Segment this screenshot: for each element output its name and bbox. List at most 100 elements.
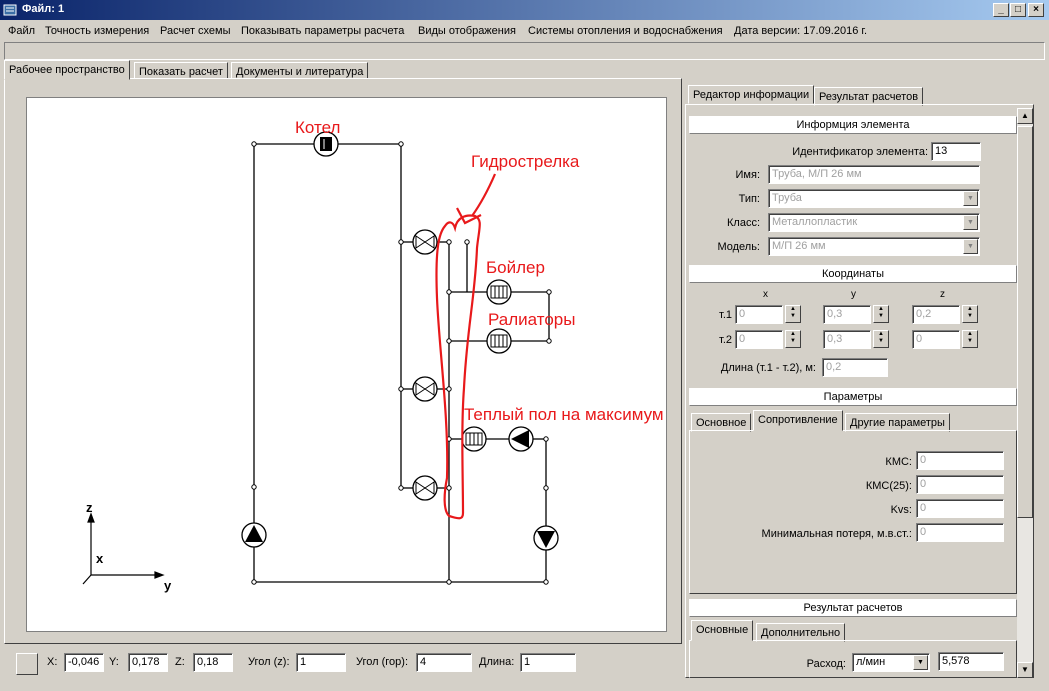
heating-scheme[interactable]: Котел Гидрострелка Бойлер Ралиаторы Тепл… [27,98,668,633]
p1-y-field[interactable]: 0,3 [823,305,871,324]
element-type-select[interactable]: Труба ▼ [768,189,980,208]
p1-x-spinner[interactable]: ▲ ▼ [785,305,801,323]
hydro-arrow-sketch [435,173,497,520]
p2-z-spinner[interactable]: ▲ ▼ [962,330,978,348]
menu-show-params[interactable]: Показывать параметры расчета [241,25,404,37]
diagram-canvas[interactable]: Котел Гидрострелка Бойлер Ралиаторы Тепл… [26,97,667,632]
element-class-value: Металлопластик [772,216,858,228]
annotation-radiators: Ралиаторы [488,310,575,329]
menu-bar: Файл Точность измерения Расчет схемы Пок… [0,21,1049,41]
tab-info-editor[interactable]: Редактор информации [688,85,815,104]
menu-calc-scheme[interactable]: Расчет схемы [160,25,231,37]
p1-z-spinner[interactable]: ▲ ▼ [962,305,978,323]
toolbar-strip [4,42,1045,60]
element-id-field[interactable]: 13 [931,142,981,161]
scroll-down-icon[interactable]: ▼ [1017,662,1033,678]
valve-icon[interactable] [412,475,438,501]
kms25-field[interactable]: 0 [916,475,1004,494]
flow-unit-select[interactable]: л/мин ▼ [852,653,930,672]
p1-x-field[interactable]: 0 [735,305,783,324]
status-angle-z-field[interactable]: 1 [296,653,346,672]
flow-value-field[interactable]: 5,578 [938,652,1004,671]
status-color-button[interactable] [16,653,38,675]
length-field[interactable]: 0,2 [822,358,888,377]
tab-workspace[interactable]: Рабочее пространство [4,60,130,80]
params-header: Параметры [689,388,1017,406]
floor-heating-icon[interactable] [461,426,487,452]
status-x-label: X: [47,656,58,668]
element-name-field[interactable]: Труба, М/П 26 мм [768,165,980,184]
element-type-value: Труба [772,192,802,204]
annotation-hydro-arrow: Гидрострелка [471,152,580,171]
kms-label: КМС: [885,456,912,468]
status-length-label: Длина: [479,656,515,668]
p2-x-spinner[interactable]: ▲ ▼ [785,330,801,348]
close-button[interactable]: × [1028,3,1044,17]
coord-col-y: y [851,289,856,300]
tab-params-resistance[interactable]: Сопротивление [753,410,843,431]
status-y-field[interactable]: 0,178 [128,653,168,672]
valve-icon[interactable] [412,229,438,255]
status-angle-h-field[interactable]: 4 [416,653,472,672]
valve-icon[interactable] [412,376,438,402]
scroll-up-icon[interactable]: ▲ [1017,108,1033,124]
element-type-label: Тип: [738,193,760,205]
kms25-label: КМС(25): [865,480,912,492]
status-x-field[interactable]: -0,046 [64,653,104,672]
p1-z-field[interactable]: 0,2 [912,305,960,324]
window-title: Файл: 1 [22,3,65,15]
menu-file[interactable]: Файл [8,25,35,37]
point2-label: т.2 [719,334,732,346]
p2-x-field[interactable]: 0 [735,330,783,349]
pump-icon[interactable] [241,522,267,548]
title-bar: Файл: 1 _ □ × [0,0,1049,20]
status-length-field[interactable]: 1 [520,653,576,672]
minimize-button[interactable]: _ [993,3,1009,17]
axis-y-label: y [164,578,172,593]
p2-z-field[interactable]: 0 [912,330,960,349]
water-heater-icon[interactable] [486,279,512,305]
pump-icon[interactable] [508,426,534,452]
annotation-water-heater: Бойлер [486,258,545,277]
menu-version-date: Дата версии: 17.09.2016 г. [734,25,868,37]
element-id-label: Идентификатор элемента: [792,146,928,158]
p1-y-spinner[interactable]: ▲ ▼ [873,305,889,323]
pump-icon[interactable] [533,525,559,551]
maximize-button[interactable]: □ [1010,3,1026,17]
axis-z-label: z [86,500,93,515]
element-info-header: Информция элемента [689,116,1017,134]
menu-views[interactable]: Виды отображения [418,25,516,37]
element-name-label: Имя: [735,169,760,181]
chevron-down-icon[interactable]: ▼ [963,239,978,254]
radiator-icon[interactable] [486,328,512,354]
chevron-down-icon[interactable]: ▼ [963,191,978,206]
chevron-down-icon[interactable]: ▼ [913,655,928,670]
axes-indicator [82,512,165,585]
flow-unit-value: л/мин [856,656,886,668]
p2-y-field[interactable]: 0,3 [823,330,871,349]
scroll-thumb[interactable] [1017,126,1033,518]
kvs-field[interactable]: 0 [916,499,1004,518]
coord-col-x: x [763,289,768,300]
element-model-select[interactable]: М/П 26 мм ▼ [768,237,980,256]
status-angle-z-label: Угол (z): [248,656,290,668]
min-loss-field[interactable]: 0 [916,523,1004,542]
annotation-floor-heating: Теплый пол на максимум [464,405,664,424]
flow-label: Расход: [806,658,846,670]
status-y-label: Y: [109,656,119,668]
menu-systems[interactable]: Системы отопления и водоснабжения [528,25,723,37]
tab-results-main[interactable]: Основные [691,620,754,641]
status-z-field[interactable]: 0,18 [193,653,233,672]
chevron-down-icon[interactable]: ▼ [963,215,978,230]
menu-precision[interactable]: Точность измерения [45,25,149,37]
app-icon [3,4,17,16]
p2-y-spinner[interactable]: ▲ ▼ [873,330,889,348]
right-panel-scrollbar[interactable]: ▲ ▼ [1017,108,1033,678]
coord-col-z: z [940,289,945,300]
kms-field[interactable]: 0 [916,451,1004,470]
element-class-select[interactable]: Металлопластик ▼ [768,213,980,232]
length-label: Длина (т.1 - т.2), м: [720,362,816,374]
axis-x-label: x [96,551,104,566]
coords-header: Координаты [689,265,1017,283]
min-loss-label: Минимальная потеря, м.в.ст.: [761,528,912,540]
